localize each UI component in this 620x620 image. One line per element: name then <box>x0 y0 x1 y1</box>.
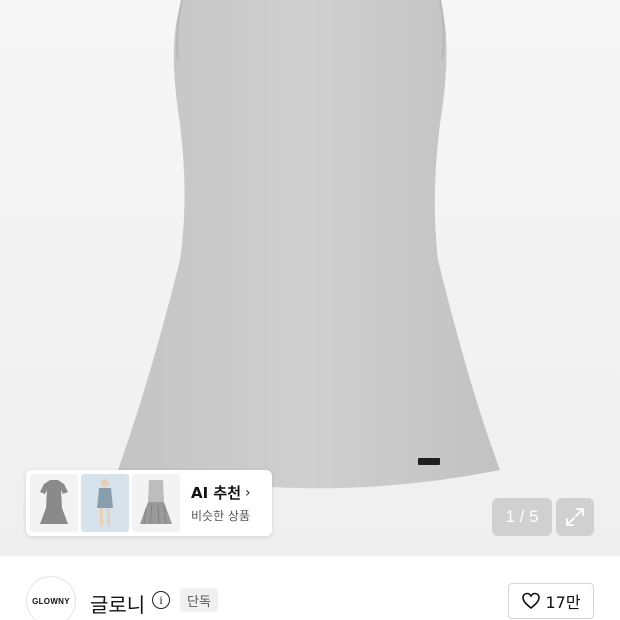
gray-dress-thumb-icon <box>40 480 68 524</box>
expand-icon <box>566 508 584 526</box>
dress-brand-tag <box>418 458 440 465</box>
ai-recommend-card[interactable]: AI 추천 › 비슷한 상품 <box>26 470 272 536</box>
info-icon[interactable]: i <box>152 591 170 609</box>
brand-logo-text: GLOWNY <box>32 596 70 606</box>
like-button[interactable]: 17만 <box>508 583 594 619</box>
ai-recommend-title: AI 추천 <box>191 484 242 502</box>
model-thumb-icon <box>97 479 113 526</box>
like-count: 17만 <box>545 593 581 612</box>
expand-button[interactable] <box>556 498 594 536</box>
pleated-dress-thumb-icon <box>140 480 172 525</box>
recommend-thumb-pleated-dress[interactable] <box>132 474 180 532</box>
exclusive-badge: 단독 <box>180 588 218 612</box>
ai-recommend-subtitle: 비슷한 상품 <box>191 509 251 523</box>
brand-logo[interactable]: GLOWNY <box>26 576 76 620</box>
recommend-thumb-model[interactable] <box>81 474 129 532</box>
heart-icon <box>522 592 541 610</box>
chevron-right-icon: › <box>245 484 251 501</box>
image-counter: 1 / 5 <box>492 498 552 536</box>
recommend-thumb-gray-dress[interactable] <box>30 474 78 532</box>
brand-name[interactable]: 글로니 <box>90 589 145 618</box>
